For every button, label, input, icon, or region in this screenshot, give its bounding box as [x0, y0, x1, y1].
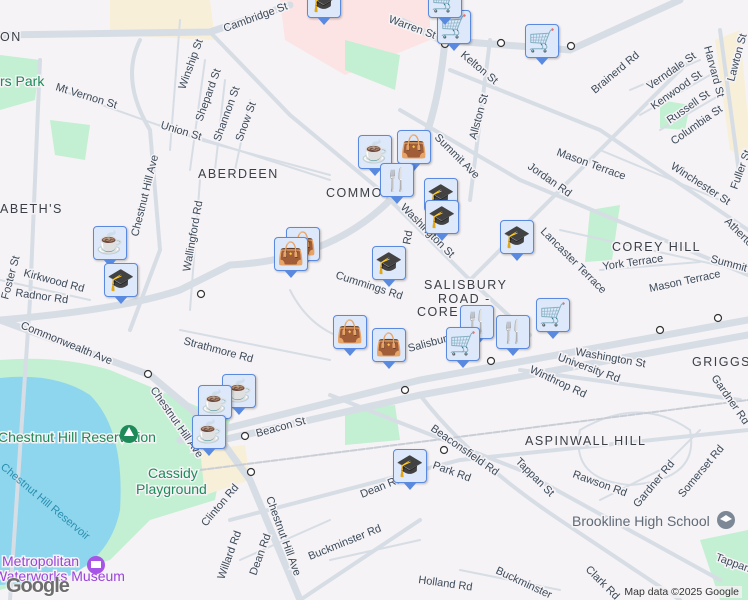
street-label: Buckminster	[494, 565, 554, 600]
graduation-cap-icon: 🎓	[375, 250, 403, 275]
school-label: Brookline High School	[572, 513, 710, 529]
shopping-cart-marker[interactable]: 🛒	[536, 298, 570, 339]
street-label: Willard Rd	[216, 529, 245, 581]
map-canvas[interactable]: ON ABERDEEN COMMON ABETH'S COREY HILL SA…	[0, 0, 748, 600]
shopping-bag-icon: 👜	[400, 134, 428, 159]
neighborhood-label: COREY HILL	[612, 240, 701, 254]
park-label: rs Park	[0, 73, 45, 89]
shopping-cart-icon: 🛒	[539, 302, 567, 327]
coffee-cup-marker[interactable]: ☕	[93, 226, 127, 267]
shopping-cart-marker[interactable]: 🛒	[525, 24, 559, 65]
graduation-cap-icon: 🎓	[107, 267, 135, 292]
neighborhood-label: CORE	[417, 305, 459, 319]
neighborhood-label: ON	[0, 30, 22, 44]
shopping-cart-marker[interactable]: 🛒	[428, 0, 462, 25]
shopping-cart-icon: 🛒	[528, 28, 556, 53]
street-label: Cambridge St	[222, 1, 289, 35]
shopping-bag-icon: 👜	[336, 319, 364, 344]
graduation-cap-marker[interactable]: 🎓	[104, 263, 138, 304]
street-label: Radnor Rd	[15, 287, 69, 306]
shopping-bag-marker[interactable]: 👜	[274, 237, 308, 278]
shopping-bag-marker[interactable]: 👜	[372, 328, 406, 369]
street-label: Shepard St	[194, 67, 224, 123]
playground-label: Playground	[136, 481, 207, 497]
playground-label: Cassidy	[148, 465, 198, 481]
graduation-cap-marker[interactable]: 🎓	[425, 200, 459, 241]
restaurant-icon: 🍴	[499, 319, 527, 344]
shopping-cart-marker[interactable]: 🛒	[446, 327, 480, 368]
street-label: Strathmore Rd	[182, 335, 254, 365]
graduation-cap-icon: 🎓	[310, 0, 338, 13]
graduation-cap-icon: 🎓	[396, 453, 424, 478]
restaurant-marker[interactable]: 🍴	[380, 163, 414, 204]
google-logo: Google	[6, 575, 70, 597]
neighborhood-label: ASPINWALL HILL	[525, 434, 647, 448]
restaurant-marker[interactable]: 🍴	[496, 315, 530, 356]
street-label: Rawson Rd	[571, 469, 629, 500]
street-label: Wallingford Rd	[181, 200, 205, 273]
restaurant-icon: 🍴	[383, 167, 411, 192]
map-attribution[interactable]: Map data ©2025 Google	[621, 586, 742, 598]
shopping-bag-marker[interactable]: 👜	[333, 315, 367, 356]
street-label: Allston St	[467, 93, 491, 141]
graduation-cap-icon: 🎓	[503, 224, 531, 249]
graduation-cap-marker[interactable]: 🎓	[307, 0, 341, 25]
graduation-cap-marker[interactable]: 🎓	[372, 246, 406, 287]
shopping-bag-icon: 👜	[277, 241, 305, 266]
neighborhood-label: ROAD -	[438, 292, 491, 306]
coffee-cup-icon: ☕	[96, 230, 124, 255]
street-label: Mt Vernon St	[54, 81, 118, 111]
street-label: Atherton	[722, 216, 748, 254]
neighborhood-label: ABETH'S	[0, 202, 63, 216]
graduation-cap-marker[interactable]: 🎓	[393, 449, 427, 490]
street-label: Rd	[401, 230, 415, 246]
neighborhood-label: ABERDEEN	[198, 167, 279, 181]
street-label: Holland Rd	[418, 574, 474, 593]
coffee-cup-marker[interactable]: ☕	[198, 385, 232, 426]
museum-label: Metropolitan	[2, 553, 79, 569]
graduation-cap-marker[interactable]: 🎓	[500, 220, 534, 261]
coffee-cup-icon: ☕	[195, 419, 223, 444]
street-label: Mason Terrace	[555, 147, 627, 183]
shopping-cart-icon: 🛒	[431, 0, 459, 13]
street-label: Clark Rd	[583, 564, 622, 600]
shopping-bag-icon: 👜	[375, 332, 403, 357]
areas	[0, 0, 748, 600]
graduation-cap-icon: 🎓	[428, 204, 456, 229]
neighborhood-label: GRIGGS	[692, 355, 748, 369]
street-label: Mason Terrace	[648, 268, 721, 295]
street-label: Somerset Rd	[676, 443, 726, 500]
neighborhood-label: SALISBURY	[424, 278, 507, 292]
shopping-bag-marker[interactable]: 👜	[397, 130, 431, 171]
coffee-cup-icon: ☕	[201, 389, 229, 414]
coffee-cup-marker[interactable]: ☕	[192, 415, 226, 456]
coffee-cup-icon: ☕	[361, 139, 389, 164]
shopping-cart-icon: 🛒	[449, 331, 477, 356]
street-label: Snow St	[234, 100, 259, 143]
